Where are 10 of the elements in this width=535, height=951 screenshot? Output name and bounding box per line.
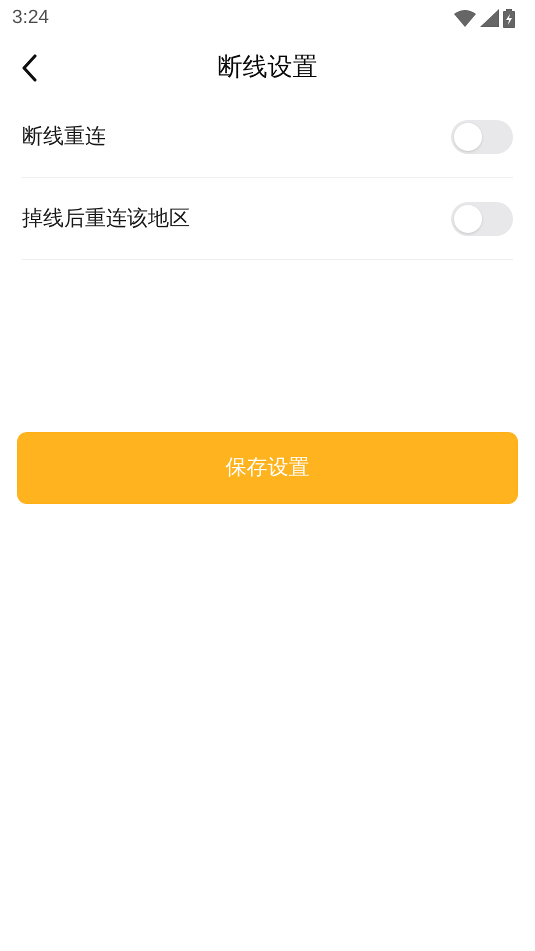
status-time: 3:24 [12,6,49,30]
toggle-switch[interactable] [451,120,513,154]
toggle-switch[interactable] [451,202,513,236]
save-button[interactable]: 保存设置 [17,432,518,504]
battery-icon [503,8,515,28]
page-title: 断线设置 [218,52,318,84]
setting-label: 断线重连 [22,124,106,150]
setting-label: 掉线后重连该地区 [22,206,190,232]
wifi-icon [454,10,476,26]
signal-icon [480,9,499,27]
